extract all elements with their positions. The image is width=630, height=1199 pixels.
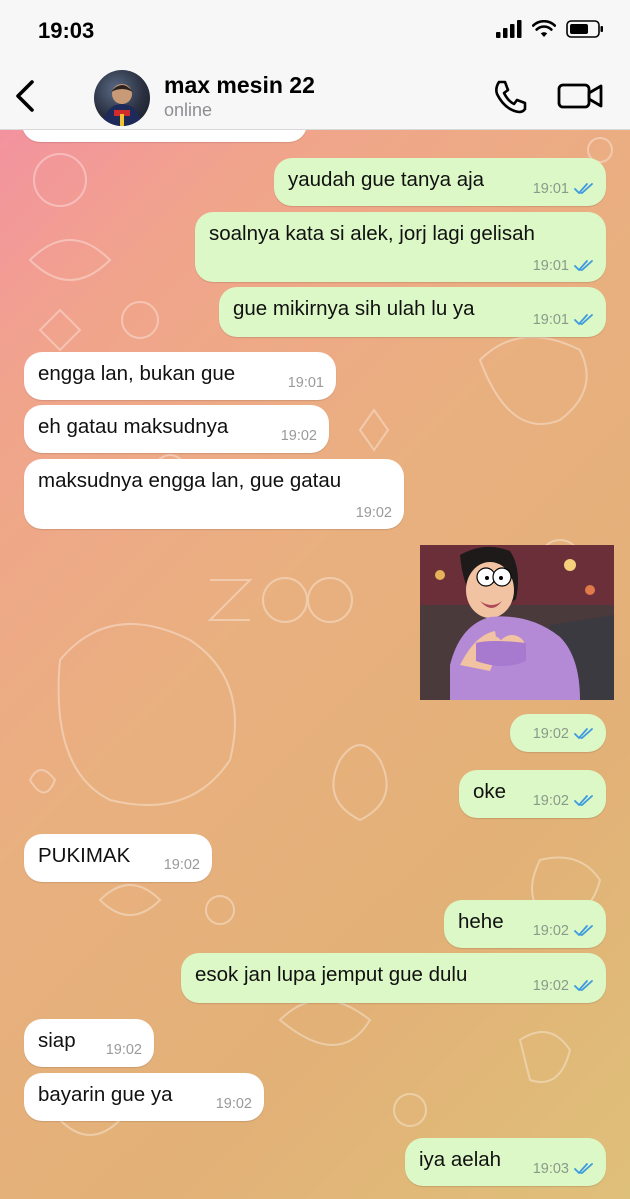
message-bubble-outgoing[interactable]: oke 19:02	[459, 770, 606, 818]
message-bubble-outgoing[interactable]: yaudah gue tanya aja 19:01	[274, 158, 606, 206]
battery-icon	[566, 20, 603, 38]
message-meta: 19:02	[533, 978, 594, 994]
message-meta: 19:02	[356, 505, 392, 521]
message-bubble-outgoing[interactable]: hehe 19:02	[444, 900, 606, 948]
message-text: soalnya kata si alek, jorj lagi gelisah	[209, 222, 535, 245]
message-text: esok jan lupa jemput gue dulu	[195, 963, 468, 986]
double-check-icon	[574, 728, 593, 740]
message-meta: 19:03	[533, 1161, 594, 1177]
chat-header: 19:03 max mesin 22 online	[0, 0, 630, 130]
message-bubble-outgoing[interactable]: iya aelah 19:03	[405, 1138, 606, 1186]
message-text: yaudah gue tanya aja	[288, 168, 485, 191]
message-time: 19:02	[163, 857, 200, 873]
message-meta: 19:01	[533, 258, 594, 274]
message-time: 19:02	[215, 1096, 252, 1112]
message-bubble-incoming[interactable]: maksudnya engga lan, gue gatau 19:02	[24, 459, 404, 529]
double-check-icon	[574, 980, 593, 992]
message-text: engga lan, bukan gue	[38, 362, 236, 385]
message-time: 19:02	[532, 726, 569, 742]
message-meta: 19:02	[106, 1042, 142, 1058]
message-text: PUKIMAK	[38, 844, 131, 867]
message-text: iya aelah	[419, 1148, 502, 1171]
message-bubble-incoming[interactable]: engga lan, bukan gue 19:01	[24, 352, 336, 400]
message-time: 19:02	[532, 978, 569, 994]
message-meta: 19:01	[533, 312, 594, 328]
message-image[interactable]	[420, 545, 614, 700]
double-check-icon	[574, 795, 593, 807]
message-bubble-outgoing[interactable]: soalnya kata si alek, jorj lagi gelisah …	[195, 212, 606, 282]
message-meta: 19:01	[533, 181, 594, 197]
phone-icon[interactable]	[490, 78, 530, 114]
message-bubble-outgoing[interactable]: esok jan lupa jemput gue dulu 19:02	[181, 953, 606, 1003]
message-meta: 19:02	[281, 428, 317, 444]
message-time: 19:01	[532, 258, 569, 274]
contact-avatar[interactable]	[94, 70, 150, 126]
message-bubble-incoming[interactable]: PUKIMAK 19:02	[24, 834, 212, 882]
contact-status: online	[164, 100, 213, 120]
message-meta: 19:02	[216, 1096, 252, 1112]
message-time: 19:03	[532, 1161, 569, 1177]
message-text: gue mikirnya sih ulah lu ya	[233, 297, 475, 320]
message-meta: 19:01	[288, 375, 324, 391]
status-bar-icons	[496, 20, 604, 38]
message-time: 19:01	[532, 181, 569, 197]
message-meta: 19:02	[533, 726, 594, 742]
message-time: 19:02	[280, 428, 317, 444]
message-bubble-incoming[interactable]: eh gatau maksudnya 19:02	[24, 405, 329, 453]
message-text: siap	[38, 1029, 76, 1052]
message-text: eh gatau maksudnya	[38, 415, 229, 438]
message-text: bayarin gue ya	[38, 1083, 173, 1106]
message-meta: 19:02	[533, 793, 594, 809]
message-bubble-outgoing[interactable]: 19:02	[510, 714, 606, 752]
message-time: 19:02	[532, 923, 569, 939]
message-time: 19:02	[355, 505, 392, 521]
message-time: 19:02	[532, 793, 569, 809]
double-check-icon	[574, 314, 593, 326]
back-chevron-icon[interactable]	[12, 76, 40, 116]
message-bubble-incoming[interactable]: bayarin gue ya 19:02	[24, 1073, 264, 1121]
cellular-signal-icon	[496, 20, 522, 38]
message-bubble-incoming[interactable]: siap 19:02	[24, 1019, 154, 1067]
message-meta: 19:02	[533, 923, 594, 939]
message-meta: 19:02	[164, 857, 200, 873]
double-check-icon	[574, 925, 593, 937]
video-camera-icon[interactable]	[556, 80, 604, 112]
double-check-icon	[574, 1163, 593, 1175]
message-text: hehe	[458, 910, 504, 933]
status-bar-time: 19:03	[38, 18, 95, 43]
message-text: oke	[473, 780, 507, 803]
double-check-icon	[574, 260, 593, 272]
message-time: 19:02	[105, 1042, 142, 1058]
double-check-icon	[574, 183, 593, 195]
message-time: 19:01	[532, 312, 569, 328]
contact-name[interactable]: max mesin 22	[164, 72, 315, 99]
message-text: maksudnya engga lan, gue gatau	[38, 469, 342, 492]
message-time: 19:01	[287, 375, 324, 391]
wifi-icon	[532, 20, 556, 37]
message-bubble-outgoing[interactable]: gue mikirnya sih ulah lu ya 19:01	[219, 287, 606, 337]
